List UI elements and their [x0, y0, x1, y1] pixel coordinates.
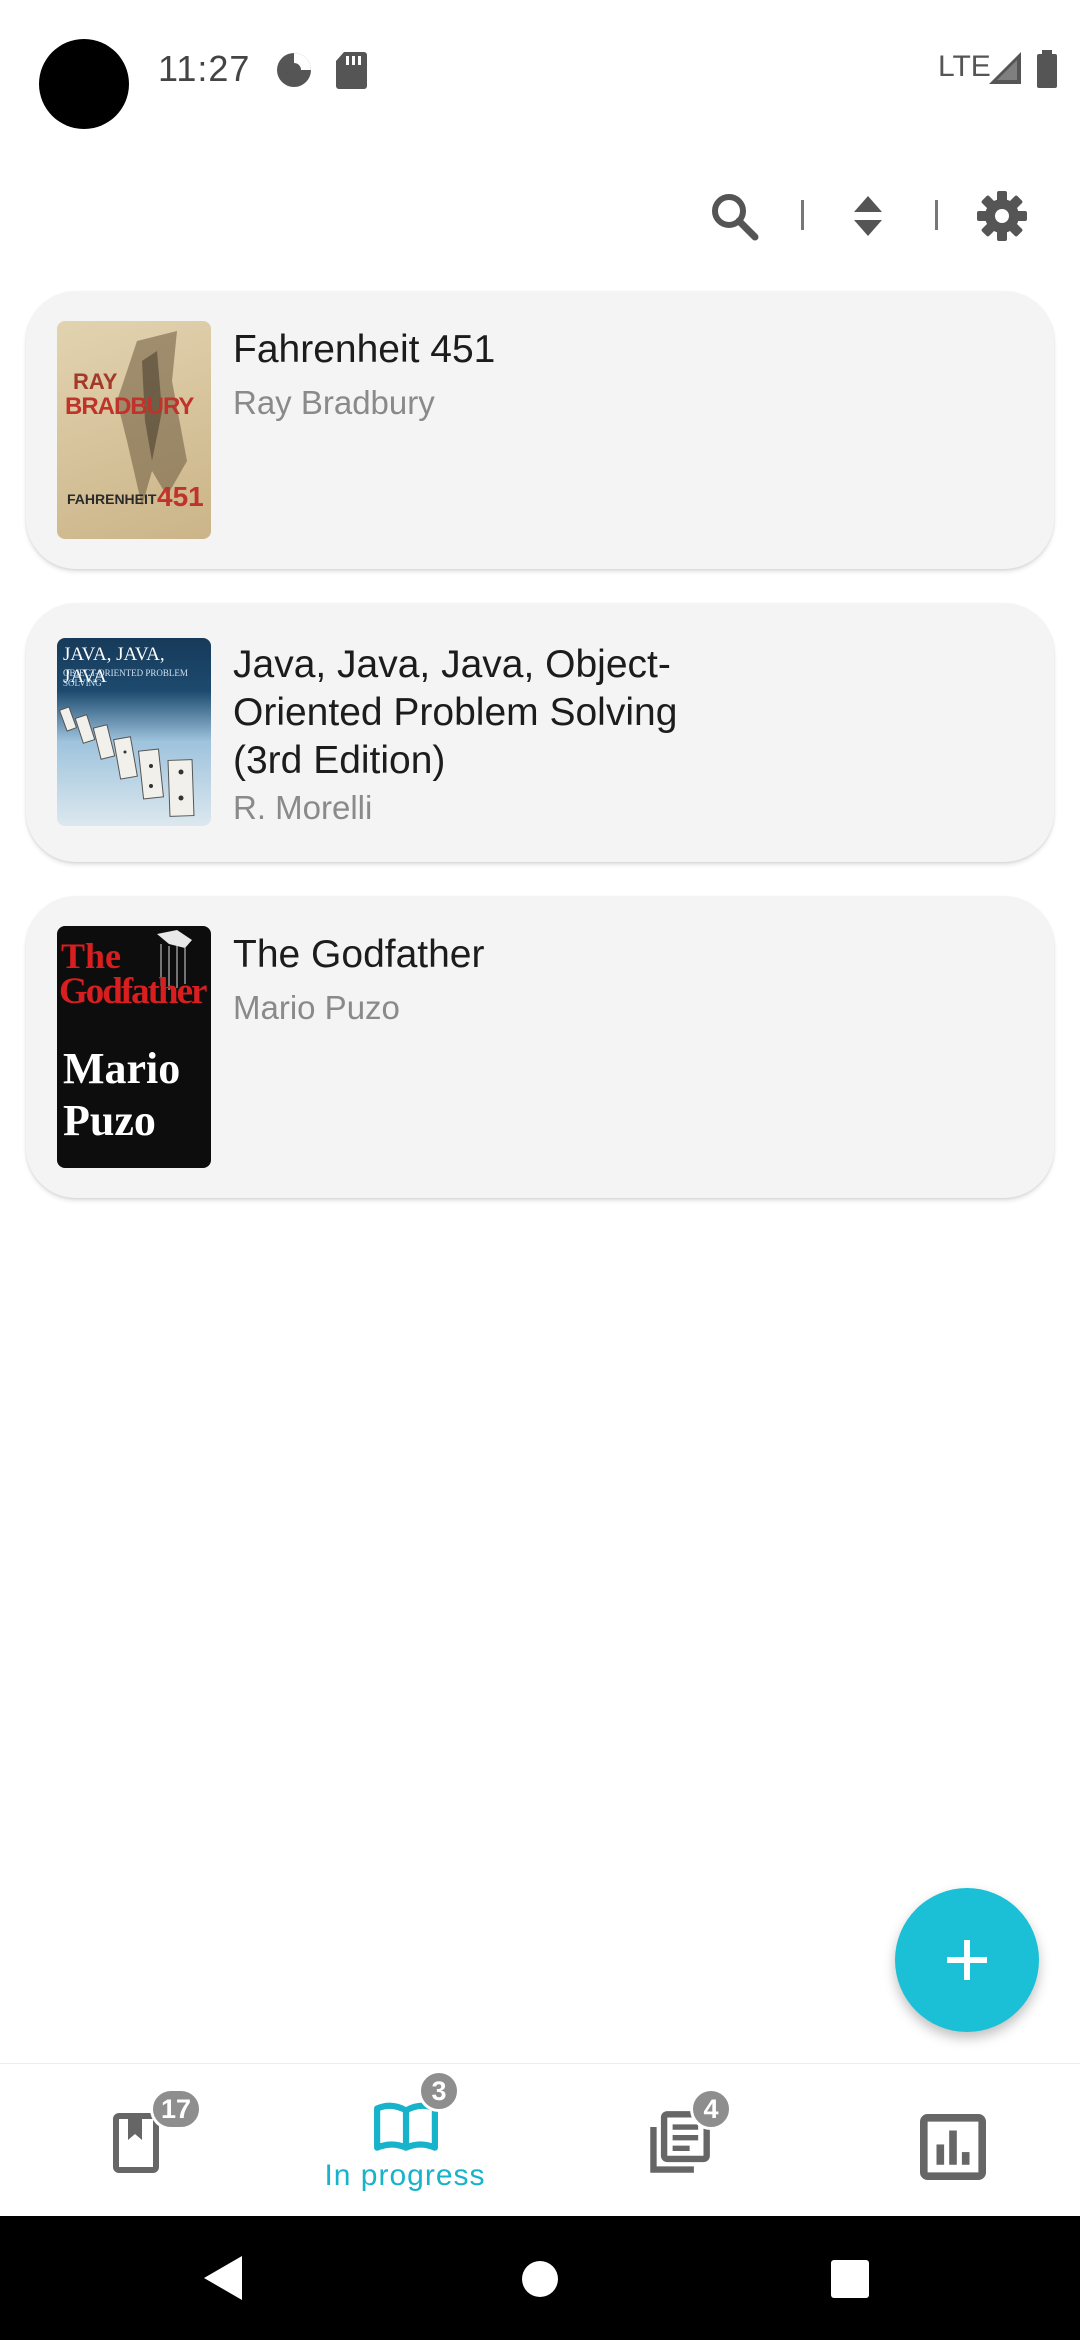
nav-item-finished[interactable]: 4	[540, 2064, 810, 2217]
signal-icon	[989, 52, 1021, 84]
cover-text: FAHRENHEIT	[67, 491, 157, 507]
cover-text: RAY	[73, 369, 118, 394]
cover-text: Godfather	[59, 971, 207, 1012]
nav-badge: 3	[418, 2070, 460, 2112]
book-card-the-godfather[interactable]: The Godfather Mario Puzo The Godfather M…	[26, 896, 1054, 1198]
book-author: R. Morelli	[233, 789, 373, 826]
home-icon[interactable]	[521, 2260, 559, 2298]
cover-text: The	[61, 936, 122, 976]
recents-icon[interactable]	[831, 2260, 869, 2298]
nav-item-want-to-read[interactable]: 17	[0, 2064, 270, 2217]
app-screen: 11:27 LTE RAY BRADBURY FAHRENHEIT 451 Fa…	[0, 0, 1080, 2340]
book-title: Fahrenheit 451	[233, 328, 496, 371]
book-cover: The Godfather Mario Puzo	[57, 926, 211, 1168]
nav-badge: 17	[150, 2088, 203, 2130]
book-card-java-java-java[interactable]: JAVA, JAVA, JAVA OBJECT-ORIENTED PROBLEM…	[26, 603, 1054, 862]
book-card-fahrenheit-451[interactable]: RAY BRADBURY FAHRENHEIT 451 Fahrenheit 4…	[26, 291, 1054, 569]
toolbar-divider	[935, 200, 938, 230]
status-time: 11:27	[158, 48, 251, 89]
camera-cutout	[39, 39, 129, 129]
add-book-button[interactable]	[895, 1888, 1039, 2032]
cover-dominoes	[58, 706, 195, 817]
search-icon	[712, 194, 759, 241]
system-navigation-bar	[0, 2216, 1080, 2340]
search-button[interactable]	[704, 186, 764, 246]
status-bar: 11:27 LTE	[0, 0, 1080, 140]
back-icon[interactable]	[202, 2254, 246, 2302]
bottom-navigation: 17 3 In progress 4	[0, 2063, 1080, 2216]
toolbar-divider	[801, 200, 804, 230]
book-cover: JAVA, JAVA, JAVA OBJECT-ORIENTED PROBLEM…	[57, 638, 211, 826]
bar-chart-icon	[920, 2114, 986, 2180]
settings-button[interactable]	[972, 186, 1032, 246]
data-saver-icon	[277, 53, 311, 87]
plus-icon	[947, 1940, 987, 1980]
book-title: Java, Java, Java, Object-Oriented Proble…	[233, 643, 678, 782]
network-type: LTE	[938, 50, 991, 83]
nav-label: In progress	[324, 2159, 486, 2192]
battery-icon	[1037, 50, 1057, 88]
nav-item-in-progress[interactable]: 3 In progress	[270, 2064, 540, 2217]
cover-text: Puzo	[63, 1096, 156, 1145]
sort-icon	[854, 196, 882, 236]
nav-badge: 4	[690, 2088, 732, 2130]
cover-text: BRADBURY	[65, 393, 194, 420]
cover-text: Mario	[63, 1044, 181, 1093]
book-cover: RAY BRADBURY FAHRENHEIT 451	[57, 321, 211, 539]
sort-button[interactable]	[838, 186, 898, 246]
book-author: Mario Puzo	[233, 989, 400, 1026]
top-toolbar	[0, 170, 1080, 260]
sd-card-icon	[336, 52, 367, 89]
gear-icon	[977, 191, 1027, 241]
cover-text: 451	[157, 481, 204, 512]
book-title: The Godfather	[233, 933, 485, 976]
nav-item-statistics[interactable]	[810, 2064, 1080, 2217]
book-author: Ray Bradbury	[233, 384, 435, 421]
